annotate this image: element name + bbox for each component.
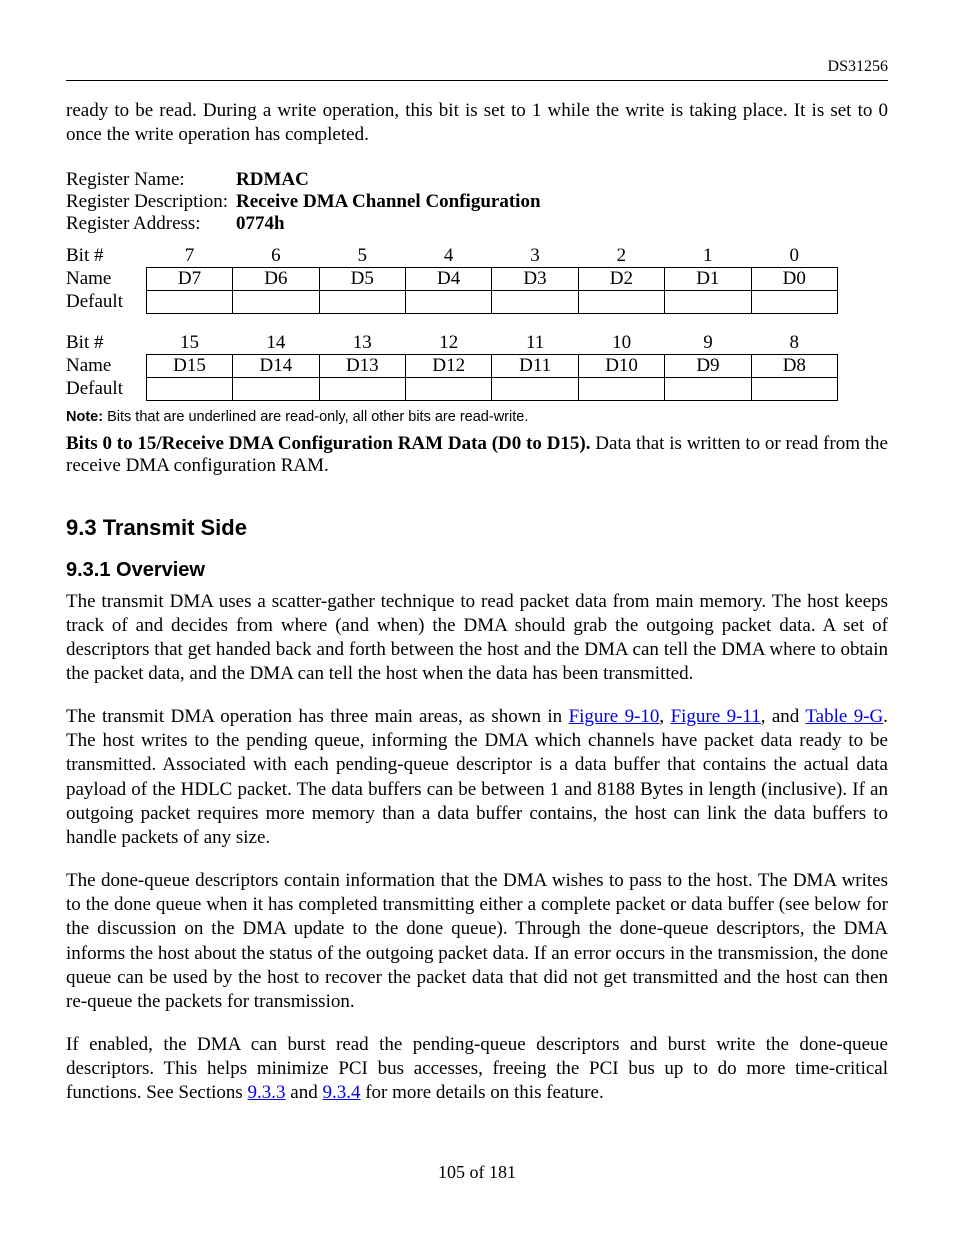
- bit-default: [233, 377, 319, 400]
- note-line: Note: Bits that are underlined are read-…: [66, 409, 888, 425]
- paragraph: The transmit DMA uses a scatter-gather t…: [66, 590, 888, 687]
- paragraph: If enabled, the DMA can burst read the p…: [66, 1033, 888, 1106]
- bit-name: D8: [751, 354, 837, 377]
- default-row-label: Default: [66, 377, 146, 400]
- text-run: and: [286, 1082, 323, 1103]
- intro-paragraph: ready to be read. During a write operati…: [66, 99, 888, 147]
- link-figure-9-10[interactable]: Figure 9-10: [569, 706, 660, 727]
- header-doc-id: DS31256: [66, 58, 888, 76]
- text-run: ,: [659, 706, 670, 727]
- bit-default: [146, 377, 232, 400]
- bit-number: 6: [233, 245, 319, 268]
- bit-number: 14: [233, 332, 319, 355]
- bit-name: D10: [578, 354, 664, 377]
- bit-number: 4: [405, 245, 491, 268]
- bit-default: [146, 290, 232, 313]
- bit-number: 13: [319, 332, 405, 355]
- heading-9-3: 9.3 Transmit Side: [66, 515, 888, 541]
- register-name-label: Register Name:: [66, 169, 236, 191]
- table-row: Default: [66, 290, 838, 313]
- note-text: Bits that are underlined are read-only, …: [103, 409, 528, 425]
- bit-default: [492, 377, 578, 400]
- bits-description: Bits 0 to 15/Receive DMA Configuration R…: [66, 433, 888, 477]
- bit-default: [233, 290, 319, 313]
- page-footer: 105 of 181: [0, 1162, 954, 1183]
- bit-table-high: Bit # 15 14 13 12 11 10 9 8 Name D15 D14…: [66, 332, 838, 401]
- note-prefix: Note:: [66, 409, 103, 425]
- bit-row-label: Bit #: [66, 245, 146, 268]
- bits-desc-bold: Bits 0 to 15/Receive DMA Configuration R…: [66, 433, 591, 454]
- bit-number: 15: [146, 332, 232, 355]
- bit-name: D5: [319, 267, 405, 290]
- text-run: . The host writes to the pending queue, …: [66, 706, 888, 849]
- bit-number: 3: [492, 245, 578, 268]
- register-addr-value: 0774h: [236, 213, 285, 235]
- bit-default: [665, 377, 751, 400]
- table-row: Name D7 D6 D5 D4 D3 D2 D1 D0: [66, 267, 838, 290]
- paragraph: The transmit DMA operation has three mai…: [66, 705, 888, 851]
- bit-name: D9: [665, 354, 751, 377]
- table-row: Bit # 7 6 5 4 3 2 1 0: [66, 245, 838, 268]
- bit-number: 11: [492, 332, 578, 355]
- paragraph: The done-queue descriptors contain infor…: [66, 869, 888, 1015]
- bit-default: [751, 377, 837, 400]
- bit-number: 8: [751, 332, 837, 355]
- register-desc-value: Receive DMA Channel Configuration: [236, 191, 541, 213]
- bit-name: D12: [406, 354, 492, 377]
- link-section-9-3-4[interactable]: 9.3.4: [322, 1082, 360, 1103]
- table-row: Bit # 15 14 13 12 11 10 9 8: [66, 332, 838, 355]
- bit-name: D2: [578, 267, 664, 290]
- bit-number: 1: [665, 245, 751, 268]
- bit-table-low: Bit # 7 6 5 4 3 2 1 0 Name D7 D6 D5 D4 D…: [66, 245, 838, 314]
- bit-name: D6: [233, 267, 319, 290]
- table-row: Default: [66, 377, 838, 400]
- bit-name: D13: [319, 354, 405, 377]
- bit-number: 9: [665, 332, 751, 355]
- text-run: The transmit DMA operation has three mai…: [66, 706, 569, 727]
- register-desc-label: Register Description:: [66, 191, 236, 213]
- table-row: Name D15 D14 D13 D12 D11 D10 D9 D8: [66, 354, 838, 377]
- bit-number: 0: [751, 245, 838, 268]
- bit-name: D11: [492, 354, 578, 377]
- link-table-9-g[interactable]: Table 9-G: [805, 706, 883, 727]
- default-row-label: Default: [66, 290, 146, 313]
- text-run: for more details on this feature.: [360, 1082, 603, 1103]
- bit-name: D4: [405, 267, 491, 290]
- name-row-label: Name: [66, 267, 146, 290]
- name-row-label: Name: [66, 354, 146, 377]
- heading-9-3-1: 9.3.1 Overview: [66, 559, 888, 582]
- bit-number: 10: [578, 332, 664, 355]
- bit-number: 5: [319, 245, 405, 268]
- link-section-9-3-3[interactable]: 9.3.3: [248, 1082, 286, 1103]
- text-run: , and: [761, 706, 806, 727]
- bit-default: [319, 290, 405, 313]
- bit-name: D3: [492, 267, 578, 290]
- bit-default: [492, 290, 578, 313]
- register-name-value: RDMAC: [236, 169, 309, 191]
- link-figure-9-11[interactable]: Figure 9-11: [671, 706, 761, 727]
- bit-name: D15: [146, 354, 232, 377]
- bit-name: D14: [233, 354, 319, 377]
- bit-name: D0: [751, 267, 838, 290]
- bit-default: [751, 290, 838, 313]
- bit-default: [665, 290, 751, 313]
- bit-number: 12: [406, 332, 492, 355]
- bit-default: [578, 290, 664, 313]
- bit-row-label: Bit #: [66, 332, 146, 355]
- bit-default: [578, 377, 664, 400]
- bit-number: 7: [146, 245, 232, 268]
- bit-name: D1: [665, 267, 751, 290]
- register-metadata: Register Name: RDMAC Register Descriptio…: [66, 169, 888, 235]
- register-addr-label: Register Address:: [66, 213, 236, 235]
- bit-default: [405, 290, 491, 313]
- bit-default: [319, 377, 405, 400]
- bit-default: [406, 377, 492, 400]
- bit-number: 2: [578, 245, 664, 268]
- page: DS31256 ready to be read. During a write…: [0, 0, 954, 1235]
- header-rule: [66, 80, 888, 81]
- bit-name: D7: [146, 267, 232, 290]
